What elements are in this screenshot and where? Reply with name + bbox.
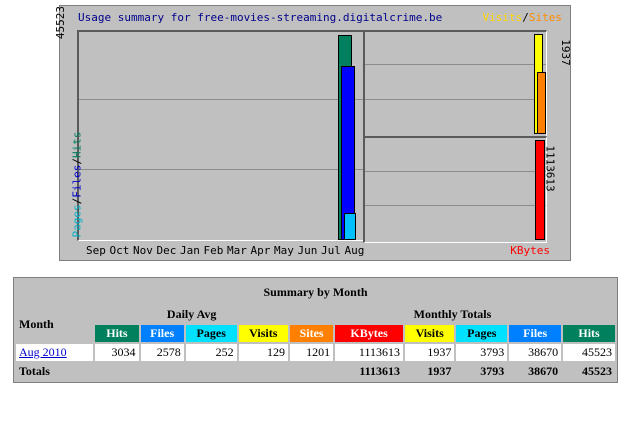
- total-sites-value: 1201: [289, 344, 334, 361]
- y-max-kbytes-label: 1113613: [543, 145, 557, 192]
- month-label: Jul: [321, 244, 341, 257]
- gridline: [365, 205, 546, 206]
- col-avg-visits: Visits: [238, 325, 288, 342]
- hits-files-pages-plot: [77, 30, 364, 241]
- month-label: Aug: [344, 244, 365, 257]
- summary-by-month-table: Summary by Month Month Daily Avg Monthly…: [13, 277, 618, 383]
- totals-label: Totals: [16, 363, 288, 380]
- month-label: May: [274, 244, 294, 257]
- kbytes-axis-label: KBytes: [510, 244, 550, 257]
- gridline: [79, 99, 363, 100]
- month-label: Apr: [250, 244, 271, 257]
- legend-hits: Hits: [70, 131, 84, 159]
- kbytes-plot: [363, 136, 547, 243]
- col-total-pages: Pages: [456, 325, 508, 342]
- month-label: Oct: [109, 244, 130, 257]
- month-axis-labels: Sep Oct Nov Dec Jan Feb Mar Apr May Jun Jul Aug: [86, 244, 368, 257]
- totals-pages: 3793: [456, 363, 508, 380]
- col-avg-pages: Pages: [185, 325, 237, 342]
- total-pages-value: 3793: [456, 344, 508, 361]
- usage-graph: Usage summary for free-movies-streaming.…: [54, 5, 572, 261]
- legend-sep: /: [70, 197, 84, 205]
- avg-files-value: 2578: [140, 344, 184, 361]
- totals-kbytes: 1113613: [335, 363, 404, 380]
- daily-avg-header: Daily Avg: [95, 306, 288, 323]
- avg-hits-value: 3034: [95, 344, 139, 361]
- month-label: Nov: [133, 244, 153, 257]
- month-label: Mar: [227, 244, 247, 257]
- legend-sep: /: [70, 158, 84, 165]
- col-total-sites: Sites: [289, 325, 334, 342]
- month-label: Feb: [203, 244, 224, 257]
- bar-sites-aug: [537, 71, 546, 134]
- gridline: [365, 171, 546, 172]
- legend-sep: /: [522, 11, 529, 24]
- y-max-visits-label: 1937: [558, 39, 572, 66]
- legend-sites: Sites: [528, 11, 562, 24]
- month-label: Dec: [156, 244, 177, 257]
- month-link-aug-2010[interactable]: Aug 2010: [19, 345, 67, 359]
- month-column-header: Month: [16, 306, 94, 342]
- totals-visits: 1937: [405, 363, 455, 380]
- totals-hits: 45523: [563, 363, 615, 380]
- col-avg-files: Files: [140, 325, 184, 342]
- legend-pages: Pages: [70, 204, 84, 238]
- totals-row: Totals 1113613 1937 3793 38670 45523: [16, 363, 615, 380]
- graph-title: Usage summary for free-movies-streaming.…: [78, 11, 443, 24]
- col-total-files: Files: [509, 325, 562, 342]
- monthly-totals-header: Monthly Totals: [289, 306, 615, 323]
- legend-visits: Visits: [482, 11, 523, 24]
- col-total-visits: Visits: [405, 325, 455, 342]
- gridline: [79, 169, 363, 170]
- total-hits-value: 45523: [563, 344, 615, 361]
- totals-sites-empty: [289, 363, 334, 380]
- col-avg-hits: Hits: [95, 325, 139, 342]
- summary-title: Summary by Month: [16, 280, 615, 304]
- graph-legend-visits-sites: Visits/Sites: [483, 11, 563, 24]
- bar-pages-aug: [344, 212, 356, 240]
- total-visits-value: 1937: [405, 344, 455, 361]
- month-label: Jan: [180, 244, 200, 257]
- total-files-value: 38670: [509, 344, 562, 361]
- month-label: Jun: [297, 244, 318, 257]
- avg-visits-value: 129: [238, 344, 288, 361]
- col-total-kbytes: KBytes: [335, 325, 404, 342]
- visits-sites-plot: [363, 30, 547, 137]
- total-kbytes-value: 1113613: [335, 344, 404, 361]
- totals-files: 38670: [509, 363, 562, 380]
- avg-pages-value: 252: [185, 344, 237, 361]
- bar-kbytes-aug: [535, 140, 545, 240]
- graph-legend-pages-files-hits: Pages/Files/Hits: [71, 132, 84, 238]
- month-label: Sep: [86, 244, 106, 257]
- table-row: Aug 2010 3034 2578 252 129 1201 1113613 …: [16, 344, 615, 361]
- col-total-hits: Hits: [563, 325, 615, 342]
- gridline: [365, 99, 546, 100]
- y-max-hits-label: 45523: [54, 5, 68, 40]
- gridline: [365, 64, 546, 65]
- legend-files: Files: [70, 164, 84, 198]
